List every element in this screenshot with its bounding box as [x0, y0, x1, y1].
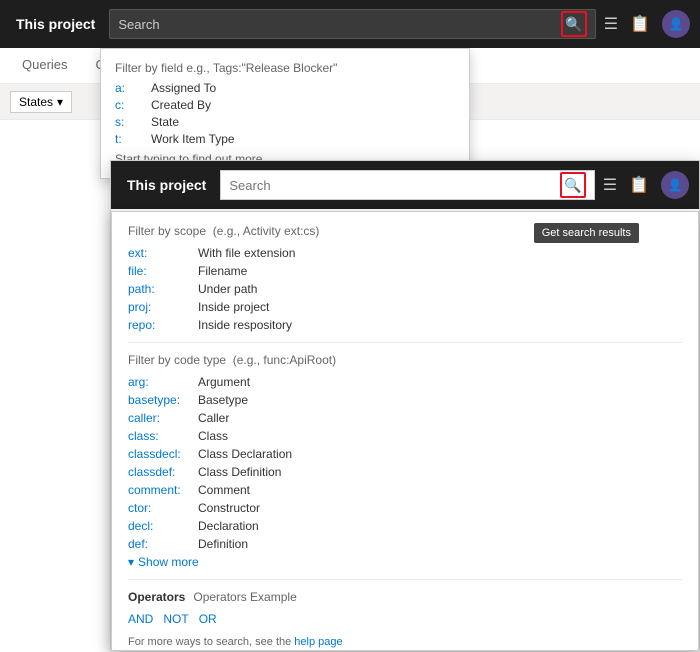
code-title: Filter by code type (e.g., func:ApiRoot)	[211, 353, 682, 367]
clipboard-icon[interactable]: 📋	[630, 14, 650, 34]
code-row-caller: caller: Caller	[211, 411, 682, 425]
states-dropdown[interactable]: States ▾	[10, 91, 72, 113]
code-desc-caller: Caller	[211, 411, 229, 425]
scope-desc-file: Filename	[211, 264, 247, 278]
second-nav-icons: ☰ 📋 👤	[603, 171, 689, 199]
tab-queries[interactable]: Queries	[10, 51, 80, 80]
filter-desc-s: State	[151, 115, 179, 129]
operator-or[interactable]: OR	[211, 612, 217, 626]
filter-desc-t: Work Item Type	[151, 132, 235, 146]
avatar[interactable]: 👤	[662, 10, 690, 38]
top-nav: This project 🔍 ☰ 📋 👤	[0, 0, 700, 48]
filter-desc-a: Assigned To	[151, 81, 216, 95]
scope-desc-repo: Inside respository	[211, 318, 292, 332]
top-search-box[interactable]: 🔍	[109, 9, 595, 39]
filter-row-t: t: Work Item Type	[115, 132, 455, 146]
code-desc-classdef: Class Definition	[211, 465, 281, 479]
code-desc-decl: Declaration	[211, 519, 259, 533]
second-nav: This project 🔍 ☰ 📋 👤	[111, 161, 699, 209]
code-row-comment: comment: Comment	[211, 483, 682, 497]
filter-row-s: s: State	[115, 115, 455, 129]
chevron-down-icon: ▾	[57, 95, 63, 109]
filter-key-t: t:	[115, 132, 139, 146]
code-desc-classdecl: Class Declaration	[211, 447, 292, 461]
scope-row-repo: repo: Inside respository	[211, 318, 682, 332]
nav-icons: ☰ 📋 👤	[604, 10, 690, 38]
filter-desc-c: Created By	[151, 98, 211, 112]
code-desc-class: Class	[211, 429, 228, 443]
scope-row-ext: ext: With file extension	[211, 246, 682, 260]
code-desc-arg: Argument	[211, 375, 250, 389]
code-row-arg: arg: Argument	[211, 375, 682, 389]
scope-desc-proj: Inside project	[211, 300, 269, 314]
search-tooltip: Get search results	[534, 223, 639, 243]
code-row-basetype: basetype: Basetype	[211, 393, 682, 407]
states-label: States	[19, 95, 53, 109]
top-search-input[interactable]	[118, 17, 554, 32]
second-search-box[interactable]: 🔍	[220, 170, 594, 200]
filter-key-a: a:	[115, 81, 139, 95]
filter-row-c: c: Created By	[115, 98, 455, 112]
second-filter-dropdown: Filter by scope (e.g., Activity ext:cs) …	[211, 236, 699, 628]
list-icon[interactable]: ☰	[604, 14, 618, 34]
filter-row-a: a: Assigned To	[115, 81, 455, 95]
code-desc-basetype: Basetype	[211, 393, 248, 407]
second-content: Upload file(s) ⬇ ↗ README 📄 .png Initial…	[111, 236, 699, 628]
scope-row-proj: proj: Inside project	[211, 300, 682, 314]
code-desc-def: Definition	[211, 537, 248, 551]
scope-row-path: path: Under path	[211, 282, 682, 296]
code-row-decl: decl: Declaration	[211, 519, 682, 533]
second-window: This project 🔍 ☰ 📋 👤 Get search results …	[110, 160, 700, 650]
code-row-classdecl: classdecl: Class Declaration	[211, 447, 682, 461]
filter-key-s: s:	[115, 115, 139, 129]
code-desc-ctor: Constructor	[211, 501, 260, 515]
filter-title: Filter by field e.g., Tags:"Release Bloc…	[115, 61, 455, 75]
code-desc-comment: Comment	[211, 483, 250, 497]
code-row-classdef: classdef: Class Definition	[211, 465, 682, 479]
operators-row: Operators Operators Example	[211, 590, 682, 604]
filter-key-c: c:	[115, 98, 139, 112]
top-search-button[interactable]: 🔍	[561, 11, 587, 37]
scope-row-file: file: Filename	[211, 264, 682, 278]
second-nav-brand: This project	[121, 177, 212, 193]
second-search-button[interactable]: 🔍	[560, 172, 586, 198]
operators-example: Operators Example	[211, 590, 297, 604]
scope-desc-ext: With file extension	[211, 246, 295, 260]
second-clipboard-icon[interactable]: 📋	[629, 175, 649, 195]
code-row-class: class: Class	[211, 429, 682, 443]
second-avatar[interactable]: 👤	[661, 171, 689, 199]
scope-desc-path: Under path	[211, 282, 257, 296]
nav-brand: This project	[10, 16, 101, 32]
second-list-icon[interactable]: ☰	[603, 175, 617, 195]
code-row-def: def: Definition	[211, 537, 682, 551]
second-search-input[interactable]	[229, 178, 553, 193]
file-area: Upload file(s) ⬇ ↗ README 📄 .png Initial…	[211, 236, 699, 628]
code-row-ctor: ctor: Constructor	[211, 501, 682, 515]
